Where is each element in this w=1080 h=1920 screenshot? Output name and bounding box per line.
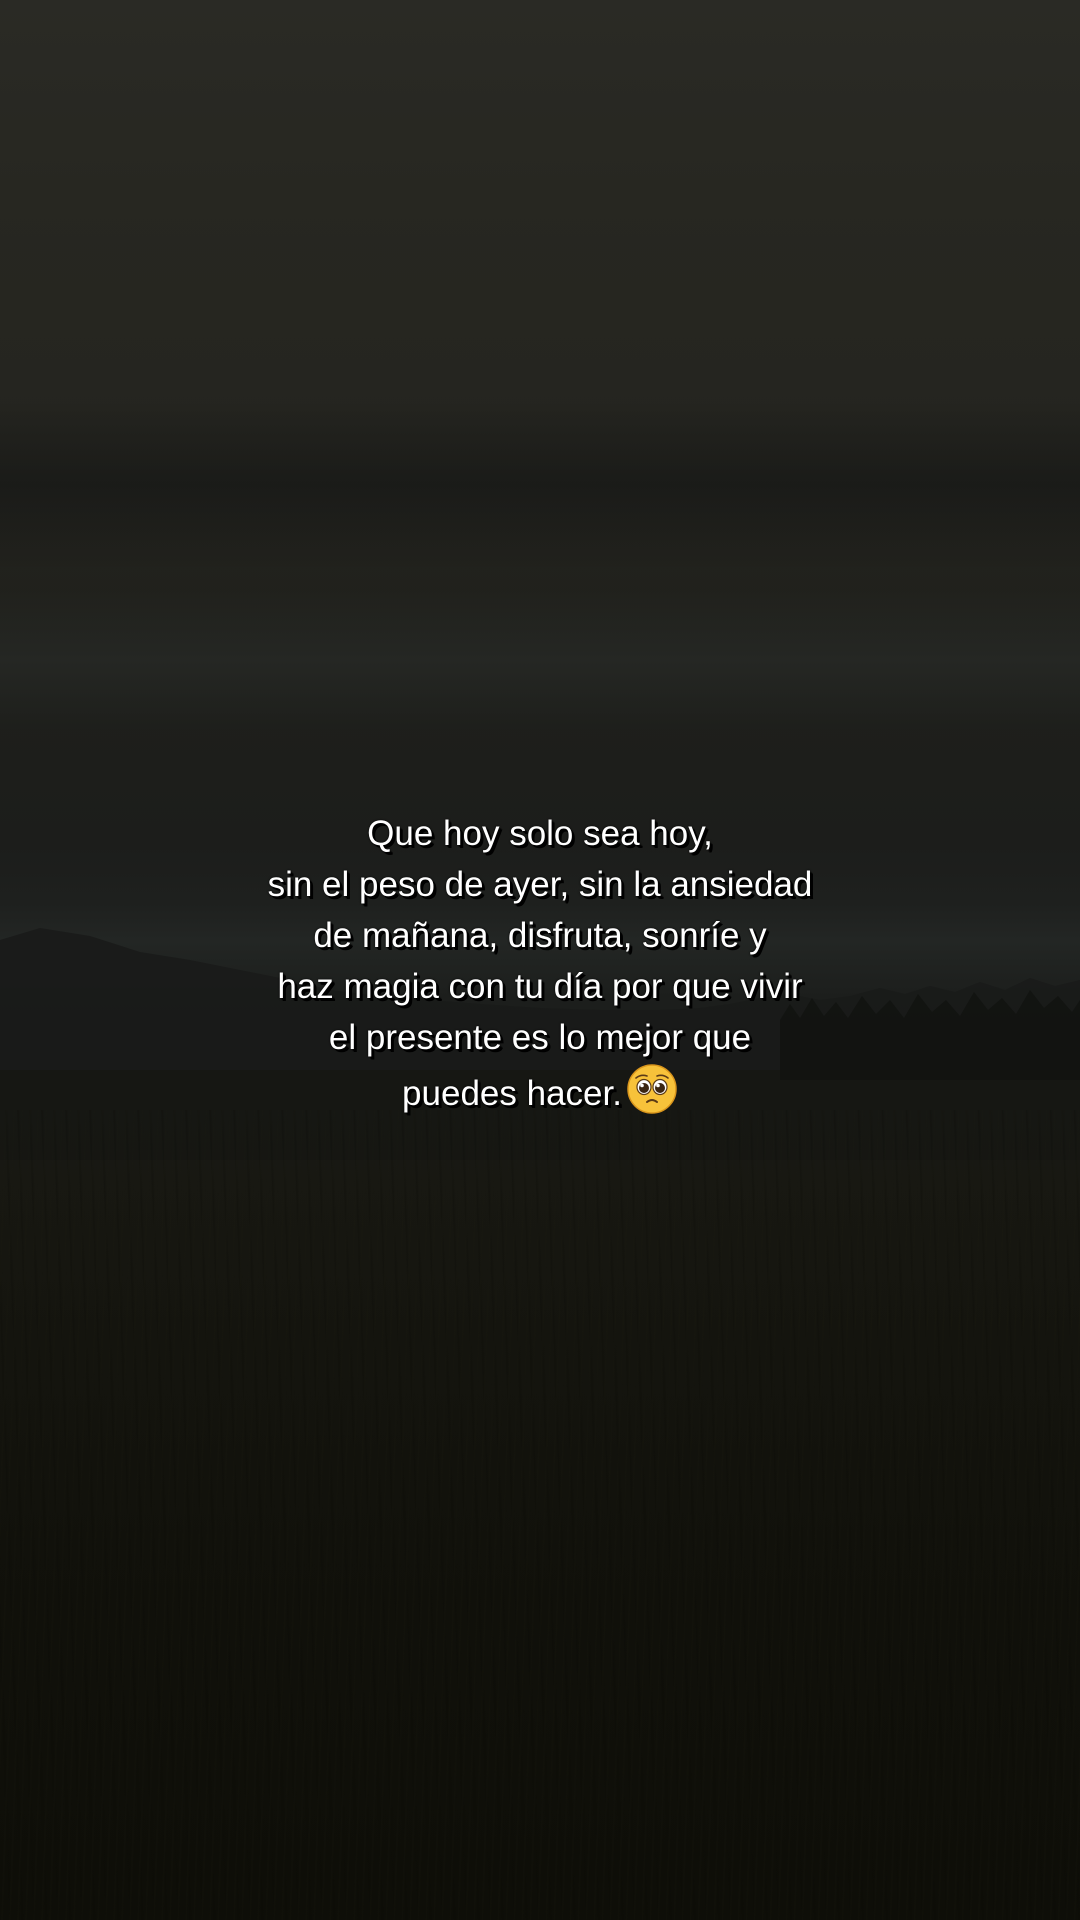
dark-cloud-band: [0, 400, 1080, 570]
pleading-face-icon: [627, 1064, 677, 1114]
quote-line-1: Que hoy solo sea hoy,: [367, 814, 713, 853]
quote-line-4: haz magia con tu día por que vivir: [277, 967, 803, 1006]
quote-line-5: el presente es lo mejor que: [328, 1018, 752, 1057]
quote-line-6-wrapper: puedes hacer.: [140, 1063, 940, 1119]
quote-line-3: de mañana, disfruta, sonríe y: [313, 916, 767, 955]
background-scene: Que hoy solo sea hoy, sin el peso de aye…: [0, 0, 1080, 1920]
quote-line-2: sin el peso de ayer, sin la ansiedad: [267, 865, 813, 904]
grass-texture: [0, 1110, 1080, 1920]
horizon-glow: [0, 590, 1080, 730]
quote-caption: Que hoy solo sea hoy, sin el peso de aye…: [140, 808, 940, 1119]
quote-line-6: puedes hacer.: [402, 1074, 622, 1113]
